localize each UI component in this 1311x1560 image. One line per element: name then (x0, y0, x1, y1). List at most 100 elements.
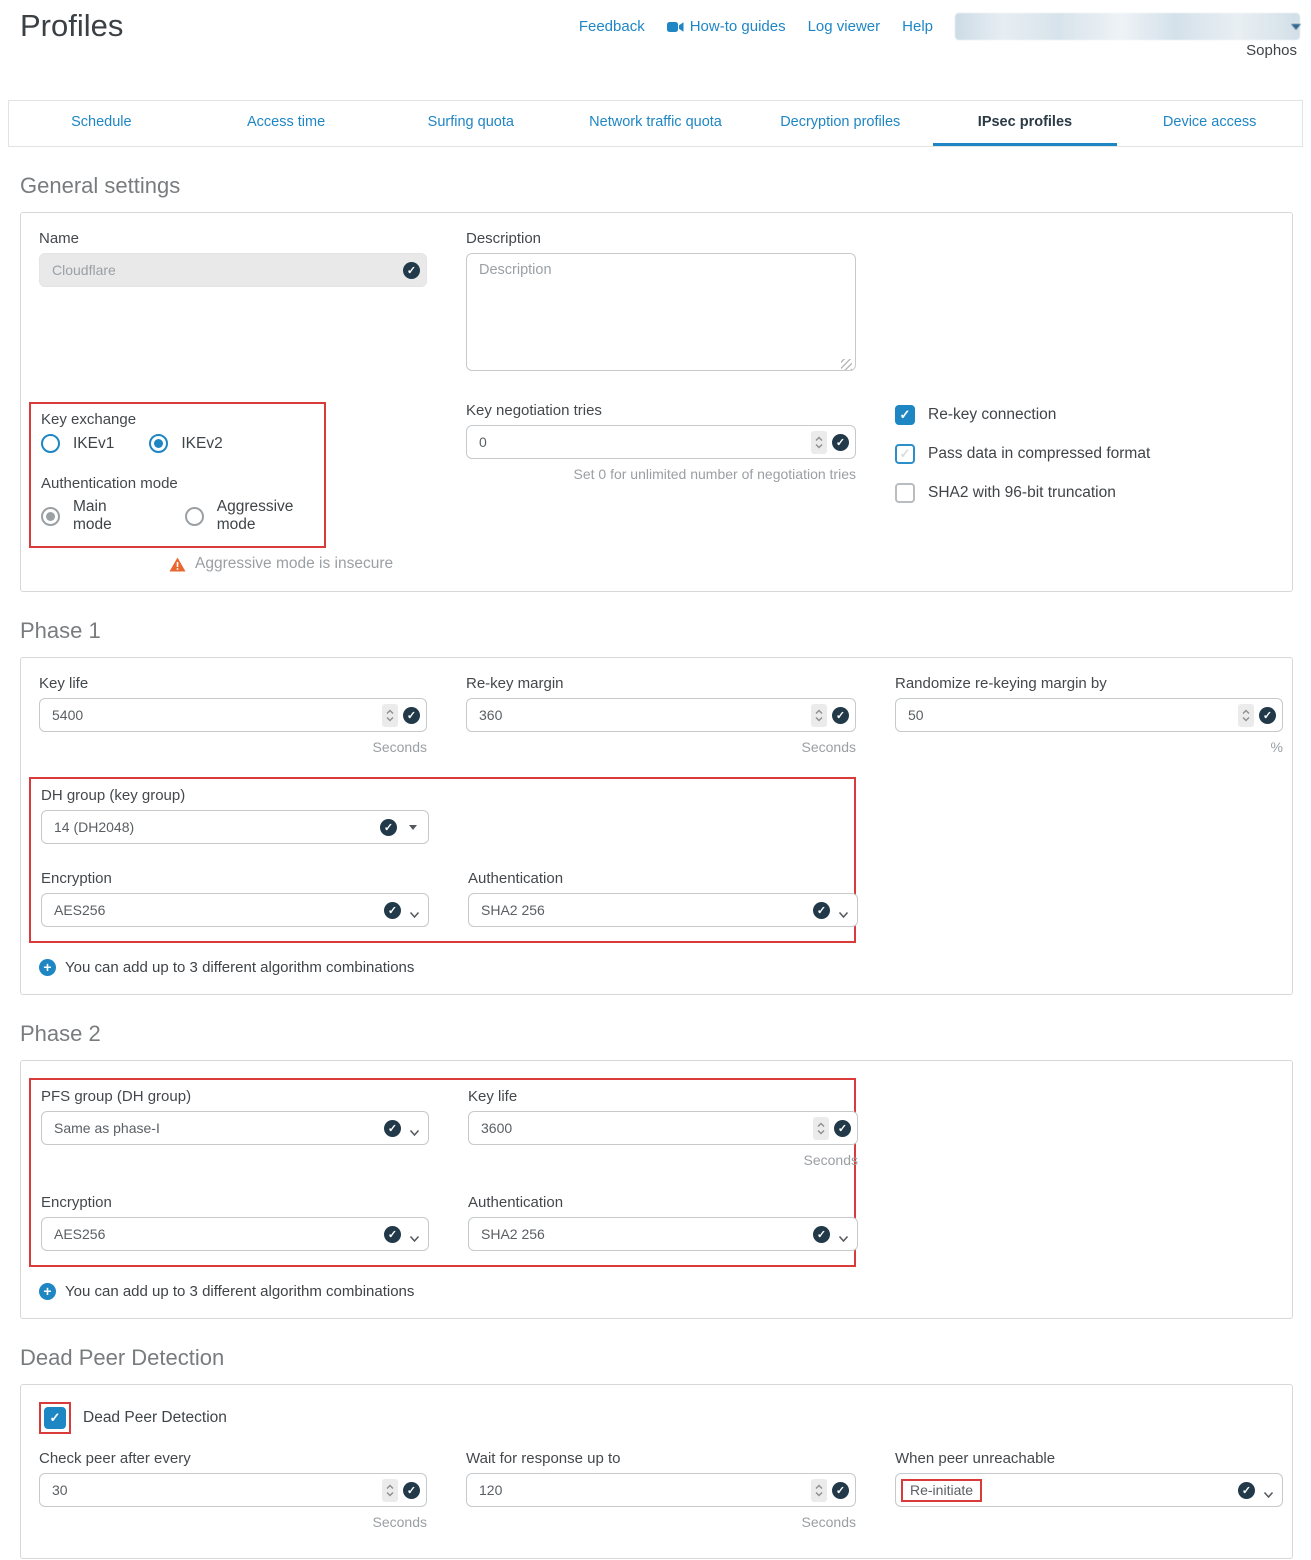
tab-decryption-profiles[interactable]: Decryption profiles (748, 101, 933, 146)
howto-guides-link[interactable]: How-to guides (667, 18, 786, 35)
phase1-card: Key life Seconds Re-key margin Seconds R… (20, 657, 1293, 995)
chevron-down-icon (1263, 1486, 1274, 1504)
valid-check-icon (834, 1120, 851, 1137)
p2-pfs-group-block: PFS group (DH group) Same as phase-I (41, 1088, 429, 1168)
p1-add-combination-note: You can add up to 3 different algorithm … (39, 959, 1274, 976)
number-spinner[interactable] (813, 1117, 829, 1140)
p2-encryption-select[interactable]: AES256 (41, 1217, 429, 1251)
name-input[interactable] (39, 253, 427, 287)
p1-randomize-block: Randomize re-keying margin by % (895, 675, 1283, 755)
tab-schedule[interactable]: Schedule (9, 101, 194, 146)
aggressive-mode-warning: Aggressive mode is insecure (169, 555, 427, 573)
phase2-heading: Phase 2 (20, 1021, 1291, 1047)
dpd-unreachable-label: When peer unreachable (895, 1450, 1283, 1467)
chevron-down-icon (409, 825, 417, 830)
number-spinner[interactable] (1238, 704, 1254, 727)
plus-circle-icon[interactable] (39, 959, 56, 976)
header-nav: Feedback How-to guides Log viewer Help (579, 13, 1300, 40)
dpd-unreachable-block: When peer unreachable Re-initiate (895, 1450, 1283, 1507)
p1-authentication-block: Authentication SHA2 256 (468, 870, 858, 927)
chevron-down-icon (409, 1230, 420, 1248)
help-link[interactable]: Help (902, 18, 933, 35)
page-title: Profiles (20, 8, 123, 44)
valid-check-icon (832, 707, 849, 724)
radio-main-mode[interactable] (41, 507, 60, 526)
key-exchange-label: Key exchange (41, 411, 324, 428)
name-field-block: Name (39, 230, 427, 287)
dpd-check-peer-input[interactable] (39, 1473, 427, 1507)
p2-pfs-group-select[interactable]: Same as phase-I (41, 1111, 429, 1145)
auth-mode-label: Authentication mode (41, 475, 324, 492)
number-spinner[interactable] (382, 1479, 398, 1502)
p1-randomize-input[interactable] (895, 698, 1283, 732)
key-negotiation-helper: Set 0 for unlimited number of negotiatio… (466, 466, 856, 482)
chevron-down-icon (409, 906, 420, 924)
sha2-truncation-checkbox[interactable] (895, 483, 915, 503)
feedback-link[interactable]: Feedback (579, 18, 645, 35)
valid-check-icon (403, 1482, 420, 1499)
dpd-wait-unit: Seconds (466, 1514, 856, 1530)
annotation-box-phase2-algorithms: PFS group (DH group) Same as phase-I Key… (29, 1078, 856, 1267)
annotation-box-phase1-algorithms: DH group (key group) 14 (DH2048) Encrypt… (29, 777, 856, 943)
p1-authentication-select[interactable]: SHA2 256 (468, 893, 858, 927)
dpd-wait-input[interactable] (466, 1473, 856, 1507)
p2-key-life-block: Key life Seconds (468, 1088, 858, 1168)
p1-dh-group-select[interactable]: 14 (DH2048) (41, 810, 429, 844)
resize-grip-icon[interactable] (841, 359, 852, 370)
dpd-wait-block: Wait for response up to Seconds (466, 1450, 856, 1530)
tab-network-traffic-quota[interactable]: Network traffic quota (563, 101, 748, 146)
key-exchange-block: Key exchange IKEv1 IKEv2 Authentication … (39, 402, 427, 573)
p1-rekey-margin-block: Re-key margin Seconds (466, 675, 856, 755)
name-label: Name (39, 230, 427, 247)
p2-encryption-label: Encryption (41, 1194, 429, 1211)
valid-check-icon (832, 1482, 849, 1499)
valid-check-icon (384, 1120, 401, 1137)
radio-ikev1[interactable] (41, 434, 60, 453)
p2-add-combination-note: You can add up to 3 different algorithm … (39, 1283, 1274, 1300)
radio-aggressive-mode[interactable] (185, 507, 204, 526)
dpd-wait-label: Wait for response up to (466, 1450, 856, 1467)
sha2-truncation-label: SHA2 with 96-bit truncation (928, 484, 1116, 502)
p2-encryption-block: Encryption AES256 (41, 1194, 429, 1251)
p1-rekey-margin-input[interactable] (466, 698, 856, 732)
p1-encryption-select[interactable]: AES256 (41, 893, 429, 927)
p2-pfs-group-label: PFS group (DH group) (41, 1088, 429, 1105)
general-settings-card: Name Description Key exchange IKEv (20, 212, 1293, 592)
number-spinner[interactable] (811, 1479, 827, 1502)
log-viewer-link[interactable]: Log viewer (808, 18, 881, 35)
tab-surfing-quota[interactable]: Surfing quota (378, 101, 563, 146)
number-spinner[interactable] (811, 431, 827, 454)
dpd-checkbox[interactable] (44, 1407, 66, 1429)
tab-device-access[interactable]: Device access (1117, 101, 1302, 146)
device-selector-dropdown[interactable] (955, 13, 1300, 40)
rekey-connection-checkbox[interactable] (895, 405, 915, 425)
p2-authentication-block: Authentication SHA2 256 (468, 1194, 858, 1251)
description-textarea[interactable] (466, 253, 856, 371)
p2-key-life-label: Key life (468, 1088, 858, 1105)
valid-check-icon (1238, 1482, 1255, 1499)
key-negotiation-input[interactable] (466, 425, 856, 459)
dpd-check-peer-label: Check peer after every (39, 1450, 427, 1467)
number-spinner[interactable] (811, 704, 827, 727)
tab-ipsec-profiles[interactable]: IPsec profiles (933, 101, 1118, 146)
dpd-check-peer-unit: Seconds (39, 1514, 427, 1530)
radio-aggressive-mode-label: Aggressive mode (217, 498, 324, 534)
valid-check-icon (403, 707, 420, 724)
radio-ikev1-label: IKEv1 (73, 435, 114, 453)
radio-ikev2[interactable] (149, 434, 168, 453)
p2-key-life-input[interactable] (468, 1111, 858, 1145)
p2-authentication-select[interactable]: SHA2 256 (468, 1217, 858, 1251)
options-checkbox-list: Re-key connection Pass data in compresse… (895, 402, 1283, 503)
p1-key-life-input[interactable] (39, 698, 427, 732)
tab-access-time[interactable]: Access time (194, 101, 379, 146)
valid-check-icon (403, 262, 420, 279)
brand-label: Sophos (1246, 42, 1297, 59)
dpd-unreachable-select[interactable]: Re-initiate (895, 1473, 1283, 1507)
p1-key-life-block: Key life Seconds (39, 675, 427, 755)
valid-check-icon (384, 1226, 401, 1243)
number-spinner[interactable] (382, 704, 398, 727)
valid-check-icon (813, 902, 830, 919)
compressed-format-row: Pass data in compressed format (895, 444, 1283, 464)
plus-circle-icon[interactable] (39, 1283, 56, 1300)
compressed-format-checkbox[interactable] (895, 444, 915, 464)
